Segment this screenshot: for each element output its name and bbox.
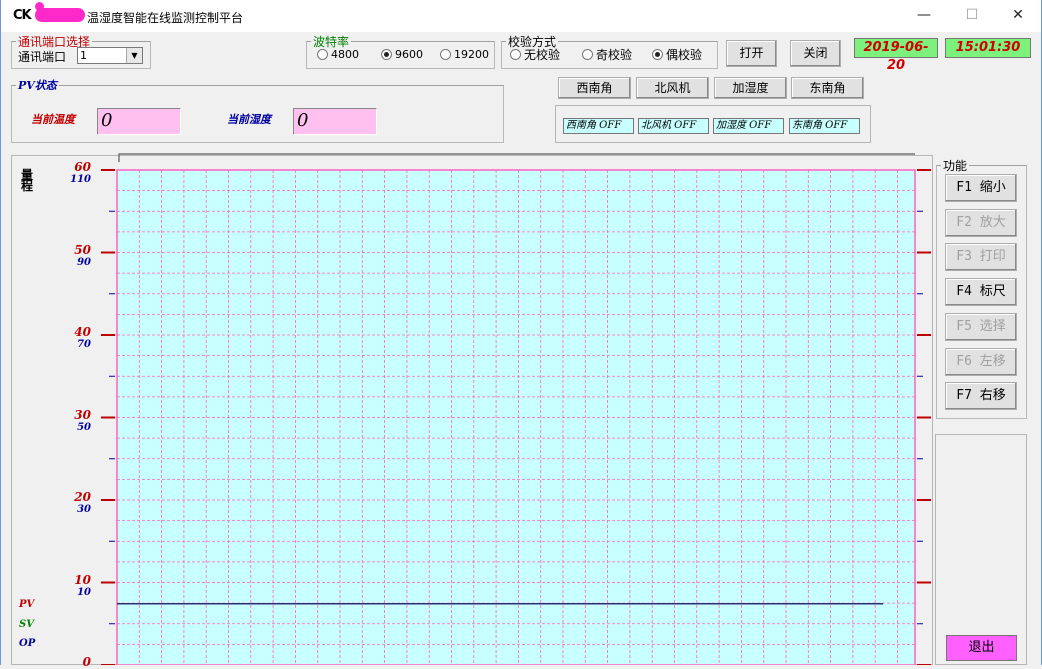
function-button-5[interactable]: F5 选择 [945, 312, 1017, 341]
hum-axis-tick-label: 10 [77, 586, 91, 598]
function-button-7[interactable]: F7 右移 [945, 382, 1017, 411]
hum-axis-tick-label: 50 [77, 421, 91, 433]
function-button-6[interactable]: F6 左移 [945, 347, 1017, 376]
temp-axis-tick-label: 40 [74, 325, 91, 339]
hum-axis-tick-label: 30 [77, 504, 91, 515]
chart-svg [101, 153, 931, 665]
hum-axis-tick-label: 90 [77, 256, 91, 268]
temp-axis-tick-label: 20 [74, 490, 91, 504]
function-button-2[interactable]: F2 放大 [945, 208, 1017, 237]
function-button-3[interactable]: F3 打印 [945, 243, 1017, 272]
temp-axis-tick-label: 10 [74, 572, 91, 587]
plot-area [116, 169, 916, 665]
hum-axis-tick-label: 110 [70, 174, 91, 185]
function-group-legend: 功能 [943, 159, 968, 173]
function-button-1[interactable]: F1 缩小 [945, 174, 1017, 202]
exit-button[interactable]: 退出 [946, 635, 1017, 661]
temp-axis-tick-label: 30 [74, 407, 91, 422]
temp-axis-tick-label: 50 [74, 242, 91, 257]
temp-axis-tick-label: 60 [74, 160, 91, 174]
side-panel [935, 434, 1027, 665]
main-window: CK 温湿度智能在线监测控制平台 — ☐ ✕ 通讯端口选择 通讯端口 1 ▼ 波… [0, 0, 1042, 669]
function-button-4[interactable]: F4 标尺 [945, 278, 1017, 307]
chart-grid [116, 153, 916, 665]
legend-sv: SV [19, 619, 34, 630]
legend-op: OP [19, 638, 36, 649]
temp-axis-tick-label: 0 [82, 655, 91, 669]
chart-top-border [118, 153, 915, 162]
hum-axis-tick-label: 70 [77, 339, 91, 350]
legend-pv: PV [19, 599, 35, 610]
